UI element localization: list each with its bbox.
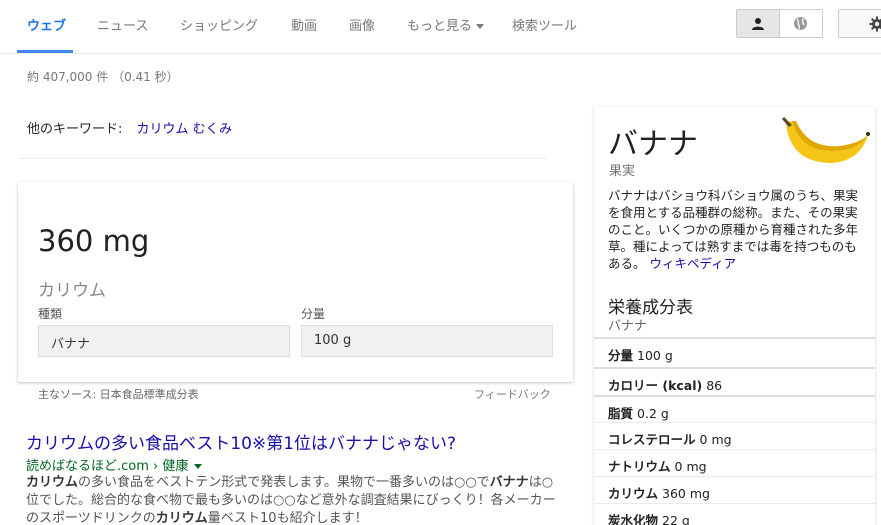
active-tab-indicator [17,50,73,53]
nutrient-value: 0 mg [699,432,732,447]
snippet-text: 量ベスト10も紹介します！ [207,511,368,525]
answer-source: 主なソース: 日本食品標準成分表 [38,388,199,401]
tab-more[interactable]: もっと見る [407,15,485,34]
nutrition-answer-card: 360 mg カリウム 種類 バナナ 分量 100 g [18,182,573,382]
tab-shopping[interactable]: ショッピング [180,15,258,34]
tab-videos[interactable]: 動画 [291,15,317,34]
divider [18,158,546,159]
type-label: 種類 [38,307,63,321]
person-icon [751,17,764,30]
knowledge-panel: バナナ 果実 バナナはバショウ科バショウ属のうち、果実を食用とする品種群の総称。… [594,107,875,525]
result-url-text: 読めばなるほど.com › 健康 [26,459,189,474]
result-stats: 約 407,000 件 （0.41 秒） [27,70,179,84]
nutrition-row: 分量 100 g [594,337,875,365]
snippet-bold: バナナ [489,475,529,490]
type-select[interactable]: バナナ [38,325,290,357]
tab-images[interactable]: 画像 [349,15,375,34]
chevron-down-icon[interactable] [194,464,203,469]
nutrient-name: 脂質 [608,406,634,421]
nutrient-value: 100 g [637,348,673,363]
snippet-bold: カリウム [155,511,208,525]
settings-button[interactable] [838,9,881,38]
feedback-link[interactable]: フィードバック [474,386,551,402]
snippet-text: の多い食品をベストテン形式で発表します。果物で一番多いのは○○で [78,475,490,490]
personal-results-button[interactable] [737,10,780,37]
nutrient-value: 86 [706,378,723,393]
chevron-down-icon [476,24,485,29]
nutrition-row: カロリー (kcal) 86 [594,367,875,395]
top-nav: ウェブ ニュース ショッピング 動画 画像 もっと見る 検索ツール [0,0,881,54]
wikipedia-link[interactable]: ウィキペディア [650,256,737,271]
nutrition-row: 脂質 0.2 g [594,395,875,423]
result-snippet: カリウムの多い食品をベストテン形式で発表します。果物で一番多いのは○○でバナナは… [26,474,556,525]
nutrient-value: 360 mg [662,486,710,501]
nutrient-name: コレステロール [608,432,696,447]
globe-icon [794,17,808,30]
nutrient-value: 22 g [662,513,690,525]
nutrient-name: カリウム [608,486,659,501]
gear-icon [869,16,881,32]
nutrition-row: ナトリウム 0 mg [594,449,875,477]
nutrition-row: コレステロール 0 mg [594,422,875,450]
banana-image[interactable] [780,113,870,173]
nutrient-value: 0 mg [674,459,707,474]
related-keywords: 他のキーワード: カリウム むくみ [27,118,232,137]
kp-description: バナナはバショウ科バショウ属のうち、果実を食用とする品種群の総称。また、その果実… [608,187,862,272]
amount-label: 分量 [301,307,326,321]
nutrient-name: 分量 [608,348,634,363]
related-keyword-link[interactable]: カリウム むくみ [137,122,233,137]
tab-more-label: もっと見る [407,19,473,34]
amount-select[interactable]: 100 g [301,325,553,357]
nutrient-name: ナトリウム [608,459,671,474]
global-results-button[interactable] [780,10,823,37]
results-toggle [736,9,823,38]
tab-web[interactable]: ウェブ [27,15,66,34]
result-title-link[interactable]: カリウムの多い食品ベスト10※第1位はバナナじゃない? [26,429,456,454]
nutrient-value: 0.2 g [637,406,669,421]
kp-title: バナナ [608,127,698,162]
nutrition-row: 炭水化物 22 g [594,503,875,525]
nutrition-subtitle: バナナ [608,319,648,334]
nutrient-name: 炭水化物 [608,513,659,525]
kp-subtitle: 果実 [609,164,636,179]
tab-news[interactable]: ニュース [97,15,148,34]
result-url[interactable]: 読めばなるほど.com › 健康 [26,455,203,474]
tab-search-tools[interactable]: 検索ツール [512,15,577,34]
answer-value: 360 mg [38,224,150,258]
related-keywords-label: 他のキーワード: [27,122,123,137]
snippet-bold: カリウム [26,475,79,490]
nutrition-row: カリウム 360 mg [594,476,875,504]
answer-nutrient: カリウム [38,281,106,301]
nutrient-name: カロリー (kcal) [608,378,703,393]
